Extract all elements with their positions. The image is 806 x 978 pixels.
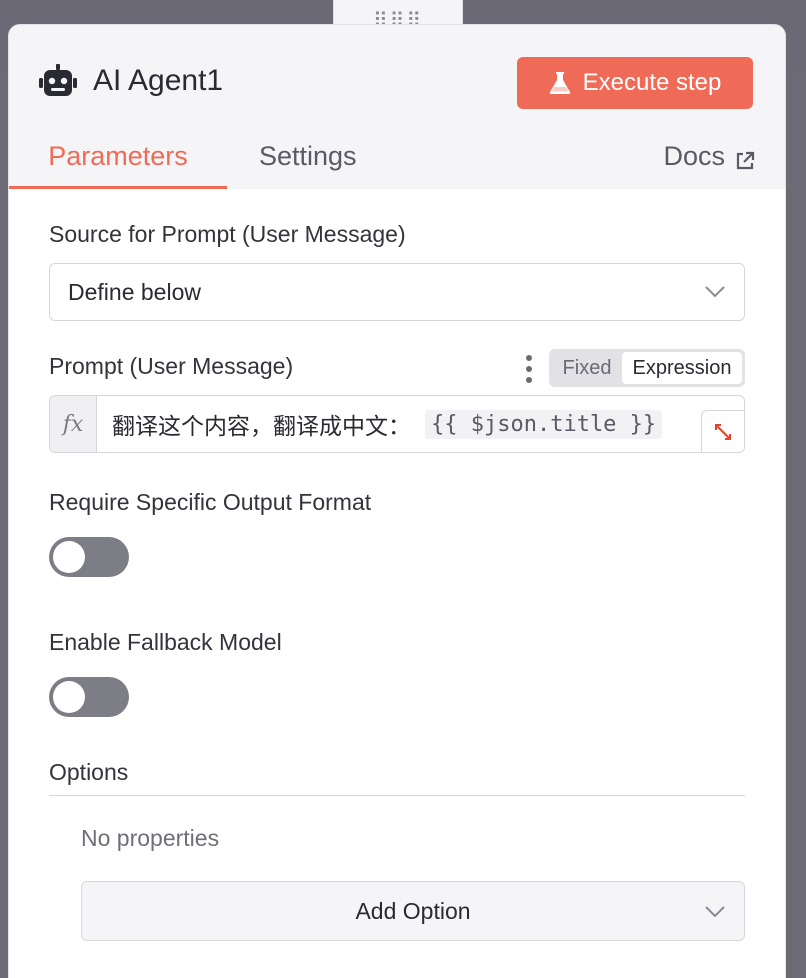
node-title: AI Agent1 xyxy=(39,61,223,101)
node-name[interactable]: AI Agent1 xyxy=(93,64,223,98)
tab-bar: Parameters Settings Docs xyxy=(9,133,785,189)
mode-expression-option[interactable]: Expression xyxy=(622,352,742,384)
execute-step-button[interactable]: Execute step xyxy=(517,57,753,109)
options-divider xyxy=(49,795,745,796)
mode-fixed-option[interactable]: Fixed xyxy=(552,352,622,384)
fixed-expression-toggle: Fixed Expression xyxy=(549,349,745,387)
external-link-icon xyxy=(736,151,755,170)
source-prompt-select[interactable]: Define below xyxy=(49,263,745,321)
docs-link[interactable]: Docs xyxy=(663,133,755,189)
docs-label: Docs xyxy=(663,141,725,171)
robot-icon xyxy=(39,64,77,96)
more-options-icon[interactable] xyxy=(523,355,535,383)
node-details-panel: AI Agent1 Execute step Parameters Settin… xyxy=(8,24,786,978)
expand-icon xyxy=(715,424,731,440)
toggle-knob xyxy=(53,681,85,713)
toggle-knob xyxy=(53,541,85,573)
tab-parameters[interactable]: Parameters xyxy=(9,133,227,189)
add-option-label: Add Option xyxy=(355,897,471,924)
fallback-model-toggle[interactable] xyxy=(49,677,129,717)
no-properties-text: No properties xyxy=(81,825,220,851)
source-prompt-value: Define below xyxy=(68,278,201,305)
output-format-label: Require Specific Output Format xyxy=(49,489,372,515)
prompt-label: Prompt (User Message) xyxy=(49,353,294,379)
prompt-text: 翻译这个内容，翻译成中文： xyxy=(112,413,411,439)
fallback-model-label: Enable Fallback Model xyxy=(49,629,282,655)
execute-step-label: Execute step xyxy=(582,69,722,96)
source-prompt-label: Source for Prompt (User Message) xyxy=(49,221,406,247)
prompt-expression-input[interactable]: fx 翻译这个内容，翻译成中文： {{ $json.title }} xyxy=(49,395,745,453)
options-heading: Options xyxy=(49,759,129,785)
tab-settings[interactable]: Settings xyxy=(259,133,357,189)
chevron-down-icon xyxy=(705,906,725,918)
prompt-expression-text: 翻译这个内容，翻译成中文： {{ $json.title }} xyxy=(112,396,663,452)
chevron-down-icon xyxy=(705,286,725,298)
add-option-button[interactable]: Add Option xyxy=(81,881,745,941)
output-format-toggle[interactable] xyxy=(49,537,129,577)
panel-header: AI Agent1 Execute step Parameters Settin… xyxy=(9,25,785,189)
fx-icon: fx xyxy=(50,396,97,452)
flask-icon xyxy=(549,72,570,94)
expand-editor-button[interactable] xyxy=(701,410,744,452)
prompt-variable: {{ $json.title }} xyxy=(425,409,663,439)
